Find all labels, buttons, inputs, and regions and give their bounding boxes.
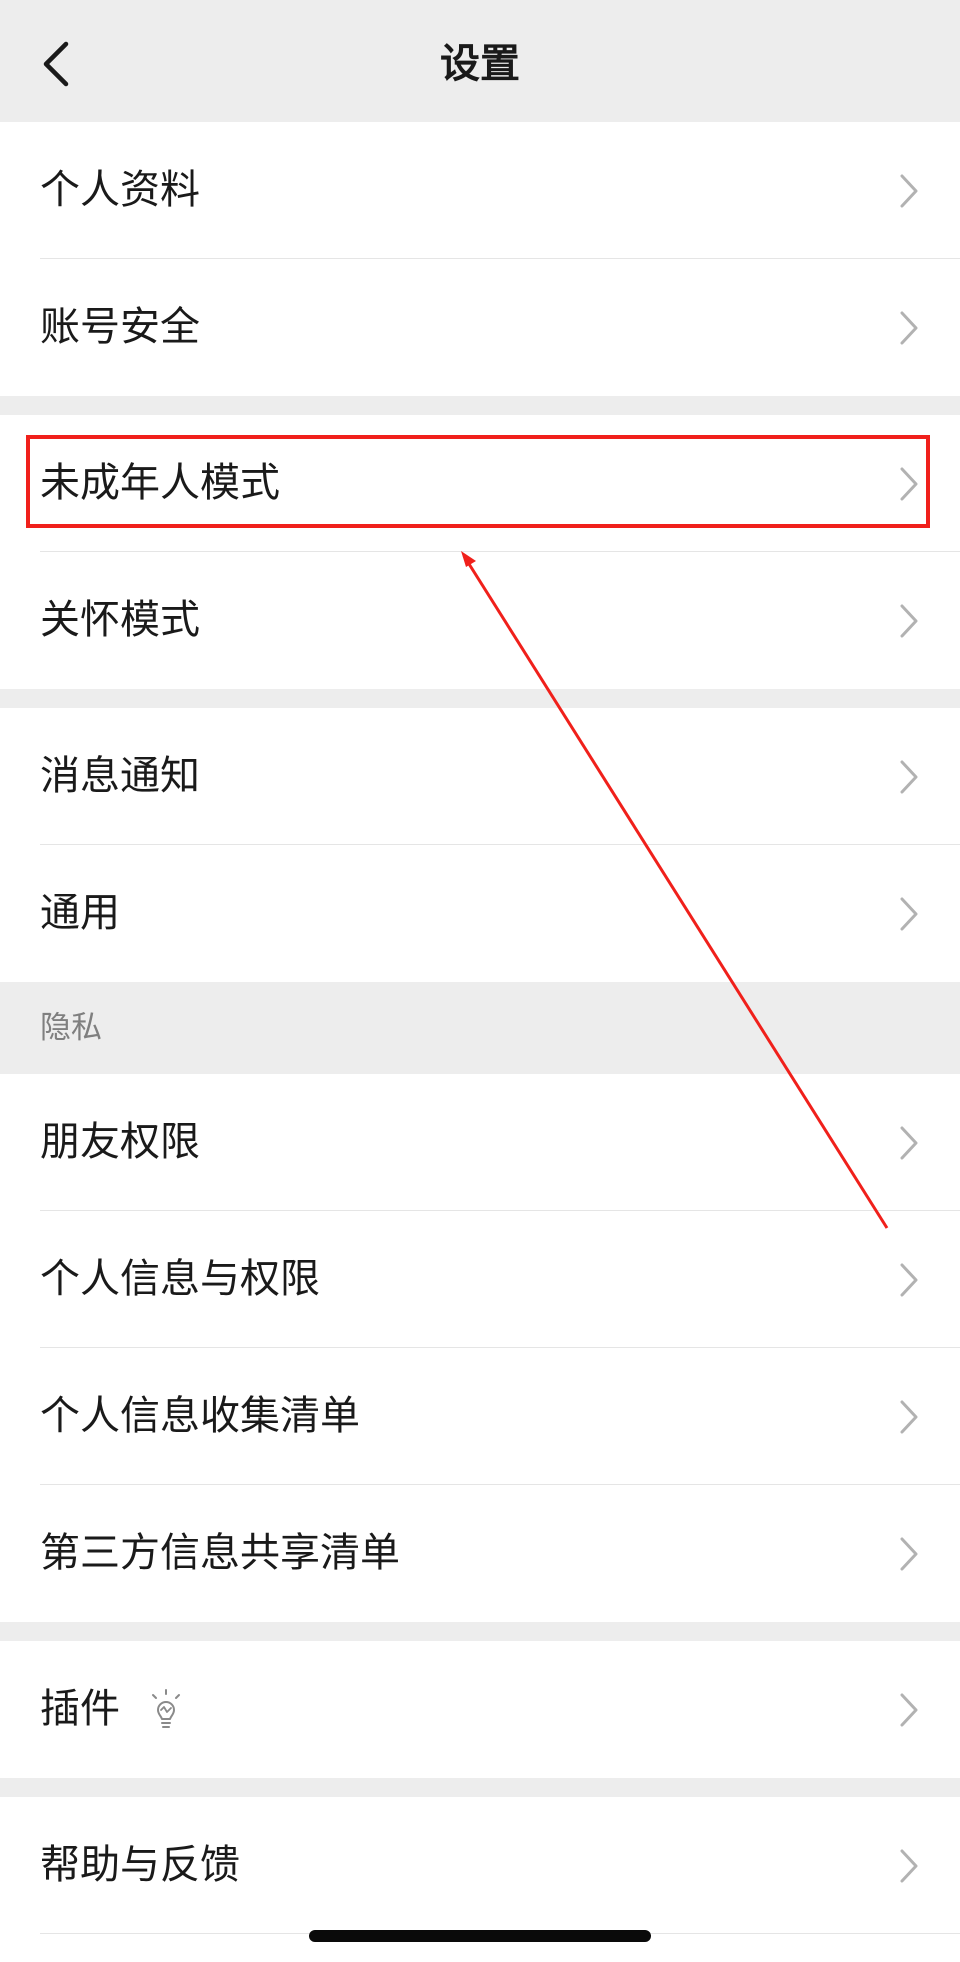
chevron-right-icon: [900, 1537, 918, 1571]
chevron-right-icon: [900, 311, 918, 345]
home-indicator: [309, 1930, 651, 1942]
chevron-right-icon: [900, 1400, 918, 1434]
settings-item-friend-permissions[interactable]: 朋友权限: [0, 1074, 960, 1211]
settings-group-plugins: 插件: [0, 1641, 960, 1778]
settings-group-general: 消息通知 通用: [0, 708, 960, 982]
settings-item-profile[interactable]: 个人资料: [0, 122, 960, 259]
settings-item-help-feedback[interactable]: 帮助与反馈: [0, 1797, 960, 1934]
nav-bar: 设置: [0, 0, 960, 122]
chevron-right-icon: [900, 604, 918, 638]
settings-item-label: 个人资料: [40, 167, 200, 213]
chevron-right-icon: [900, 467, 918, 501]
settings-item-third-party-sharing-list[interactable]: 第三方信息共享清单: [0, 1485, 960, 1622]
section-header-privacy: 隐私: [0, 982, 960, 1074]
settings-item-info-collection-list[interactable]: 个人信息收集清单: [0, 1348, 960, 1485]
settings-item-label: 通用: [40, 890, 120, 936]
settings-item-label: 未成年人模式: [40, 460, 280, 506]
page-title: 设置: [440, 41, 520, 87]
settings-group-modes: 未成年人模式 关怀模式: [0, 415, 960, 689]
settings-item-personal-info-permissions[interactable]: 个人信息与权限: [0, 1211, 960, 1348]
settings-group-privacy: 朋友权限 个人信息与权限 个人信息收集清单 第三方信息共享清单: [0, 1074, 960, 1622]
lightbulb-icon: [152, 1689, 180, 1728]
settings-item-label: 账号安全: [40, 304, 200, 350]
settings-item-label: 个人信息与权限: [40, 1256, 320, 1302]
settings-item-label: 关怀模式: [40, 597, 200, 643]
settings-item-label: 插件: [40, 1686, 120, 1732]
chevron-right-icon: [900, 1849, 918, 1883]
settings-item-label: 第三方信息共享清单: [40, 1530, 400, 1576]
settings-item-notifications[interactable]: 消息通知: [0, 708, 960, 845]
settings-item-minor-mode[interactable]: 未成年人模式: [0, 415, 960, 552]
settings-group-account: 个人资料 账号安全: [0, 122, 960, 396]
chevron-right-icon: [900, 174, 918, 208]
settings-item-label: 个人信息收集清单: [40, 1393, 360, 1439]
settings-item-care-mode[interactable]: 关怀模式: [0, 552, 960, 689]
settings-item-general[interactable]: 通用: [0, 845, 960, 982]
chevron-right-icon: [900, 1693, 918, 1727]
settings-item-account-security[interactable]: 账号安全: [0, 259, 960, 396]
chevron-right-icon: [900, 760, 918, 794]
chevron-right-icon: [900, 1263, 918, 1297]
chevron-right-icon: [900, 1126, 918, 1160]
section-header-label: 隐私: [40, 1010, 102, 1046]
settings-item-label: 朋友权限: [40, 1119, 200, 1165]
settings-item-label: 消息通知: [40, 753, 200, 799]
chevron-right-icon: [900, 897, 918, 931]
settings-item-label: 帮助与反馈: [40, 1842, 240, 1888]
settings-item-plugins[interactable]: 插件: [0, 1641, 960, 1778]
